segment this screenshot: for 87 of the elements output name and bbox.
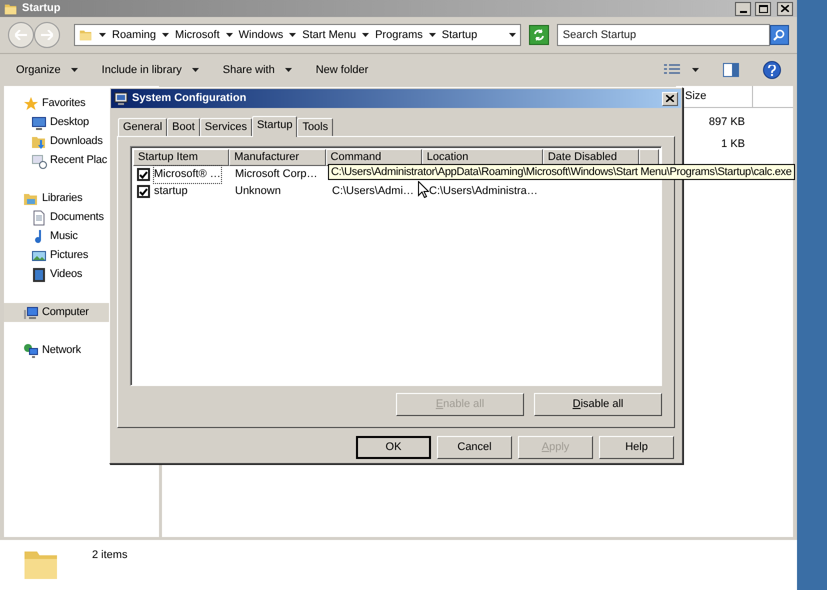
breadcrumb[interactable]: Programs (375, 26, 423, 44)
toolbar-button[interactable]: Include in library (102, 62, 199, 78)
help-button[interactable] (763, 61, 781, 79)
nav-item[interactable]: Videos (4, 265, 159, 284)
caret-icon (162, 33, 170, 37)
breadcrumb[interactable]: Microsoft (175, 26, 220, 44)
tab[interactable]: Tools (297, 118, 334, 136)
close-icon (781, 5, 789, 12)
address-bar[interactable]: Roaming Microsoft Windows Start Menu Programs Startup (74, 24, 522, 46)
preview-pane-icon (723, 63, 739, 77)
caret-icon (428, 33, 436, 37)
search-field[interactable]: Search Startup (556, 24, 770, 46)
table-cell-text: startup (154, 184, 188, 200)
folder-icon (79, 28, 93, 42)
refresh-arrows-icon (533, 29, 546, 41)
toolbar-button[interactable]: Organize (16, 62, 78, 78)
column-header[interactable]: Size (676, 86, 753, 108)
caret-icon (509, 33, 516, 37)
status-text: 2 items (92, 548, 128, 563)
caret-icon (362, 33, 370, 37)
question-mark-icon (768, 64, 776, 76)
caret-icon (284, 68, 292, 72)
refresh-button[interactable] (529, 25, 549, 45)
list-action-button[interactable]: Disable all (534, 393, 662, 416)
tab[interactable]: Services (200, 118, 252, 136)
close-icon (666, 95, 674, 102)
file-size-cell-text: 897 KB (708, 115, 745, 130)
table-cell: C:\Users\Admi… (332, 185, 414, 198)
dialog-button[interactable]: Cancel (437, 436, 512, 459)
toolbar-button[interactable]: Share with (222, 62, 292, 78)
breadcrumb[interactable]: Windows (238, 26, 284, 44)
caret-icon (99, 33, 106, 37)
window-title: Startup (22, 1, 62, 16)
table-cell: C:\Users\Administra… (429, 185, 538, 198)
toolbar-button[interactable]: New folder (316, 62, 368, 78)
computer-icon (23, 304, 39, 320)
tab[interactable]: Boot (167, 118, 200, 136)
monitor-icon (114, 92, 128, 106)
forward-button[interactable] (34, 22, 60, 48)
search-button[interactable] (770, 25, 789, 45)
mouse-cursor-icon (418, 181, 429, 198)
table-cell: Unknown (235, 185, 281, 198)
document-icon (31, 210, 47, 226)
file-size-cell-text: 1 KB (721, 137, 745, 152)
dialog-close-button[interactable] (662, 92, 678, 106)
view-options-button[interactable] (664, 64, 699, 76)
dialog-title: System Configuration (132, 91, 248, 106)
minimize-button[interactable] (735, 2, 751, 16)
caret-icon (692, 68, 699, 72)
tab[interactable]: General (118, 118, 168, 136)
star-icon (23, 96, 39, 112)
nav-item[interactable]: Music (4, 227, 159, 246)
computer-clock-icon (31, 152, 47, 168)
caret-icon (226, 33, 233, 37)
caret-icon (289, 33, 296, 37)
tooltip: C:\Users\Administrator\AppData\Roaming\Microsoft\Windows\Start Menu\Programs\Startup\calc.exe (328, 164, 795, 180)
preview-pane-button[interactable] (723, 63, 739, 77)
column-header[interactable]: Startup Item (133, 149, 230, 166)
checkbox[interactable] (137, 185, 150, 198)
back-button[interactable] (8, 22, 34, 48)
caret-icon (70, 68, 78, 72)
breadcrumb[interactable]: Start Menu (302, 26, 356, 44)
close-button[interactable] (777, 2, 793, 16)
details-view-icon (664, 64, 680, 76)
search-icon (773, 29, 786, 41)
dialog-button[interactable]: OK (356, 436, 431, 459)
breadcrumb[interactable]: Startup (442, 26, 478, 44)
network-icon (23, 342, 39, 358)
nav-item[interactable]: Documents (4, 208, 159, 227)
monitor-icon (31, 114, 47, 130)
film-icon (31, 266, 47, 282)
nav-item[interactable]: Network (4, 341, 159, 360)
table-cell: Microsoft Corp… (235, 168, 318, 180)
table-cell: Microsoft® … (154, 166, 221, 183)
caret-icon (192, 68, 199, 72)
back-arrow-icon (15, 30, 27, 40)
minimize-icon (740, 10, 746, 12)
maximize-button[interactable] (755, 2, 771, 16)
forward-arrow-icon (41, 30, 53, 40)
folder-icon (4, 2, 18, 16)
breadcrumb[interactable]: Roaming (112, 26, 156, 44)
dialog-button[interactable]: Help (599, 436, 674, 459)
maximize-icon (758, 4, 768, 12)
tab[interactable]: Startup (252, 116, 298, 137)
column-header[interactable]: Manufacturer (229, 149, 326, 166)
nav-item[interactable]: Pictures (4, 246, 159, 265)
checkbox[interactable] (137, 168, 150, 181)
